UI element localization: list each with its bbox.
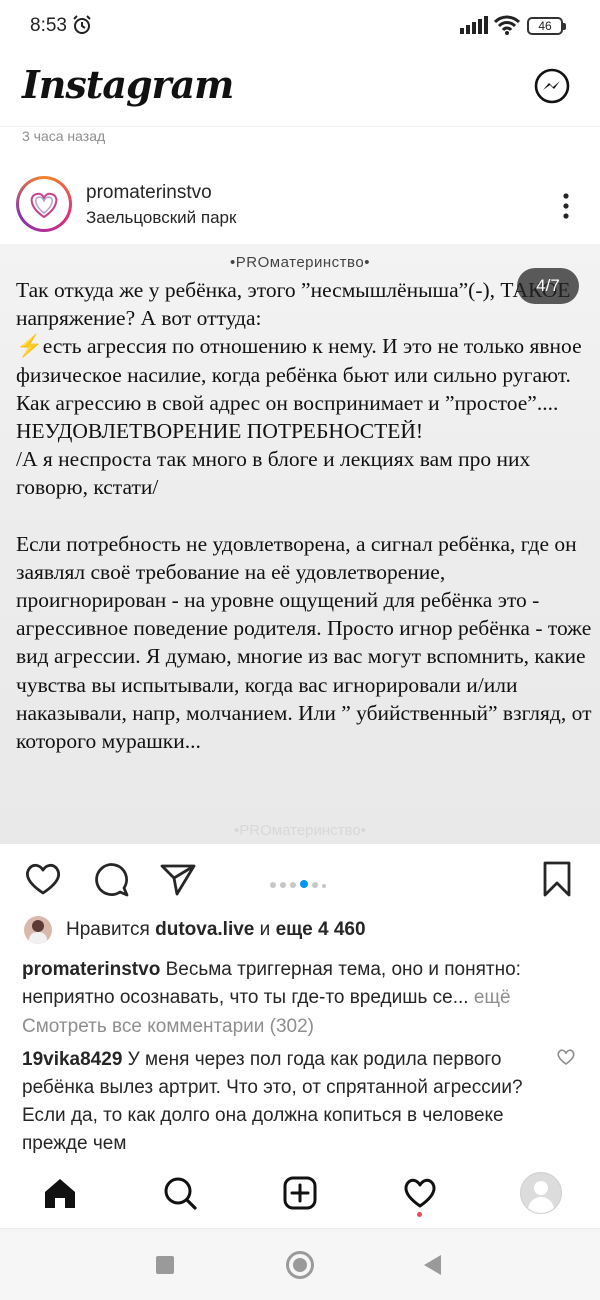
- more-options-icon[interactable]: [556, 192, 576, 220]
- comment-icon[interactable]: [90, 858, 132, 900]
- status-bar: 8:53 46: [0, 0, 600, 52]
- likes-row[interactable]: Нравится dutova.live и еще 4 460: [0, 912, 600, 948]
- alarm-icon: [73, 15, 91, 34]
- post-image-text: Так откуда же у ребёнка, этого ”несмышлё…: [16, 276, 594, 755]
- signal-icon: [460, 16, 488, 34]
- back-icon[interactable]: [424, 1255, 441, 1275]
- messenger-icon[interactable]: [532, 66, 572, 106]
- like-heart-icon[interactable]: [22, 858, 64, 900]
- comment-item: 19vika8429 У меня через пол года как род…: [22, 1046, 542, 1154]
- search-icon[interactable]: [161, 1174, 199, 1212]
- image-paragraph: ⚡есть агрессия по отношению к нему. И эт…: [16, 334, 582, 444]
- post-username[interactable]: promaterinstvo: [86, 182, 212, 204]
- instagram-logo[interactable]: Instagram: [22, 62, 234, 107]
- system-navigation-bar: [0, 1228, 600, 1300]
- image-paragraph: Так откуда же у ребёнка, этого ”несмышлё…: [16, 278, 571, 331]
- home-icon[interactable]: [41, 1174, 79, 1212]
- liker-avatar: [24, 916, 52, 944]
- new-post-icon[interactable]: [281, 1174, 319, 1212]
- image-paragraph: /А я неспроста так много в блоге и лекци…: [16, 447, 531, 500]
- post-avatar[interactable]: [16, 176, 72, 232]
- carousel-counter: 4/7: [517, 268, 579, 304]
- battery-icon: 46: [527, 17, 566, 35]
- likes-text[interactable]: Нравится dutova.live и еще 4 460: [66, 919, 366, 941]
- carousel-dots: [270, 875, 330, 893]
- activity-heart-icon[interactable]: [401, 1174, 439, 1212]
- save-bookmark-icon[interactable]: [536, 858, 578, 900]
- share-icon[interactable]: [157, 858, 199, 900]
- recent-apps-icon[interactable]: [156, 1256, 174, 1274]
- profile-avatar-icon[interactable]: [520, 1172, 562, 1214]
- brand-watermark-bottom: •PROматеринство•: [234, 822, 366, 839]
- wifi-icon: [494, 15, 520, 35]
- likes-count[interactable]: еще 4 460: [276, 919, 366, 940]
- image-paragraph: Если потребность не удовлетворена, а сиг…: [16, 531, 592, 754]
- liker-username[interactable]: dutova.live: [155, 919, 254, 940]
- post-location[interactable]: Заельцовский парк: [86, 208, 236, 228]
- post-header: promaterinstvo Заельцовский парк: [0, 172, 600, 244]
- caption-more-link[interactable]: ещё: [474, 987, 511, 1008]
- brand-watermark-top: •PROматеринство•: [230, 254, 370, 271]
- heart-logo-icon: [30, 192, 58, 219]
- caption-username[interactable]: promaterinstvo: [22, 959, 160, 980]
- app-header: Instagram: [0, 52, 600, 126]
- comment-username[interactable]: 19vika8429: [22, 1049, 122, 1070]
- notification-dot: [417, 1212, 422, 1217]
- comment-like-icon[interactable]: [556, 1048, 576, 1066]
- system-home-icon[interactable]: [286, 1251, 314, 1279]
- bottom-navigation: [0, 1154, 600, 1228]
- divider: [0, 126, 600, 127]
- previous-post-time: 3 часа назад: [22, 128, 106, 144]
- view-all-comments-link[interactable]: Смотреть все комментарии (302): [22, 1016, 314, 1038]
- image-paragraph: [16, 502, 594, 530]
- post-caption[interactable]: promaterinstvo Весьма триггерная тема, о…: [22, 956, 582, 1012]
- post-actions: [0, 852, 600, 908]
- status-time: 8:53: [30, 15, 67, 36]
- post-image[interactable]: •PROматеринство• Так откуда же у ребёнка…: [0, 244, 600, 844]
